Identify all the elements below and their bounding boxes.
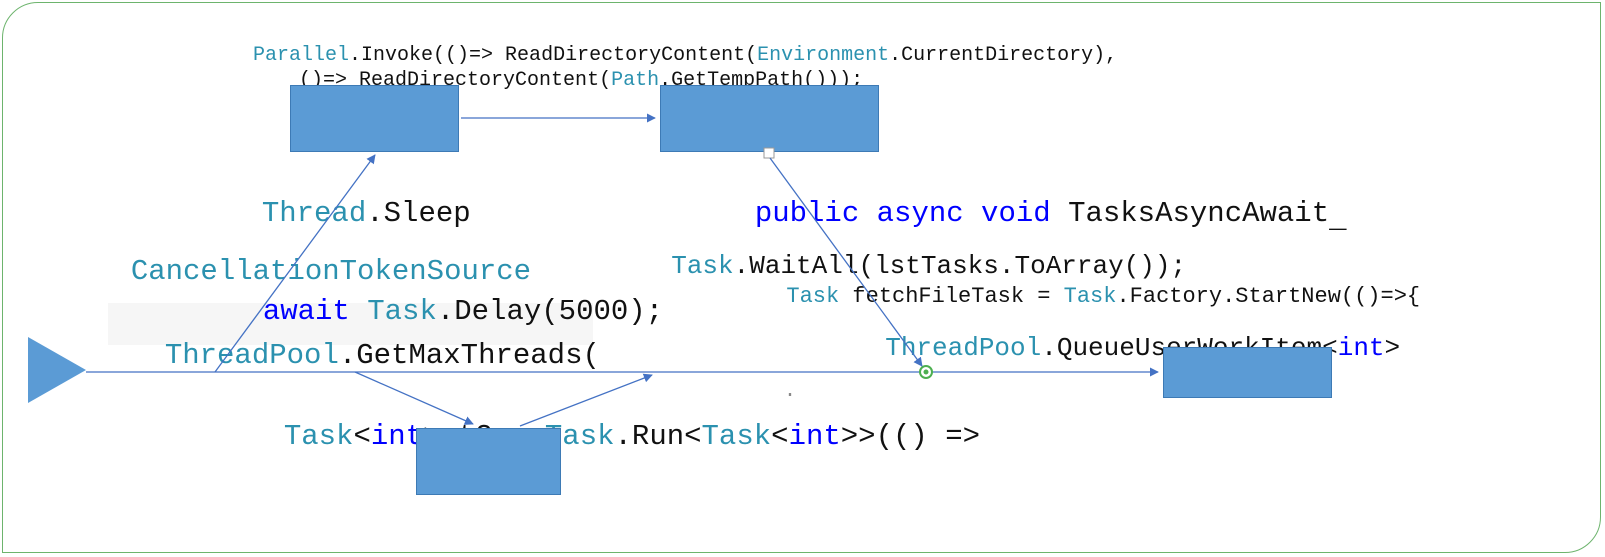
tok-tp2d: int [1338,333,1385,363]
tok-tr-g: Task [702,420,772,453]
tok-tr-h: < [771,420,788,453]
tok-tr-f: .Run< [615,420,702,453]
tok-tp2e: > [1385,333,1401,363]
tok-tp1b: .GetMaxThreads( [339,339,600,372]
code-threadpool-getmax: ThreadPool.GetMaxThreads( [130,305,600,373]
tok-task-waitall-a: Task [671,251,733,281]
tok-tr-b: < [353,420,370,453]
tok-tr-i: int [789,420,841,453]
triangle-play-icon [28,337,86,403]
tok-tr-j: >>(() => [841,420,980,453]
block-top-right [660,85,879,152]
block-bottom-mid [416,428,561,495]
tok-fetch-a: Task [786,284,839,309]
tok-path: Path [611,69,659,92]
tok-tp2a: ThreadPool [885,333,1041,363]
block-right [1163,347,1332,398]
tok-tp1a: ThreadPool [165,339,339,372]
tok-currentdir: .CurrentDirectory), [889,44,1117,67]
code-fetchfile: Task fetchFileTask = Task.Factory.StartN… [760,261,1420,309]
code-task-run: Task<int> t2 = Task.Run<Task<int>>(() => [249,386,980,454]
tok-tr-a: Task [284,420,354,453]
block-top-left [290,85,459,152]
tok-delayclose: ); [628,295,663,328]
tok-cursor: _ [1329,203,1346,236]
